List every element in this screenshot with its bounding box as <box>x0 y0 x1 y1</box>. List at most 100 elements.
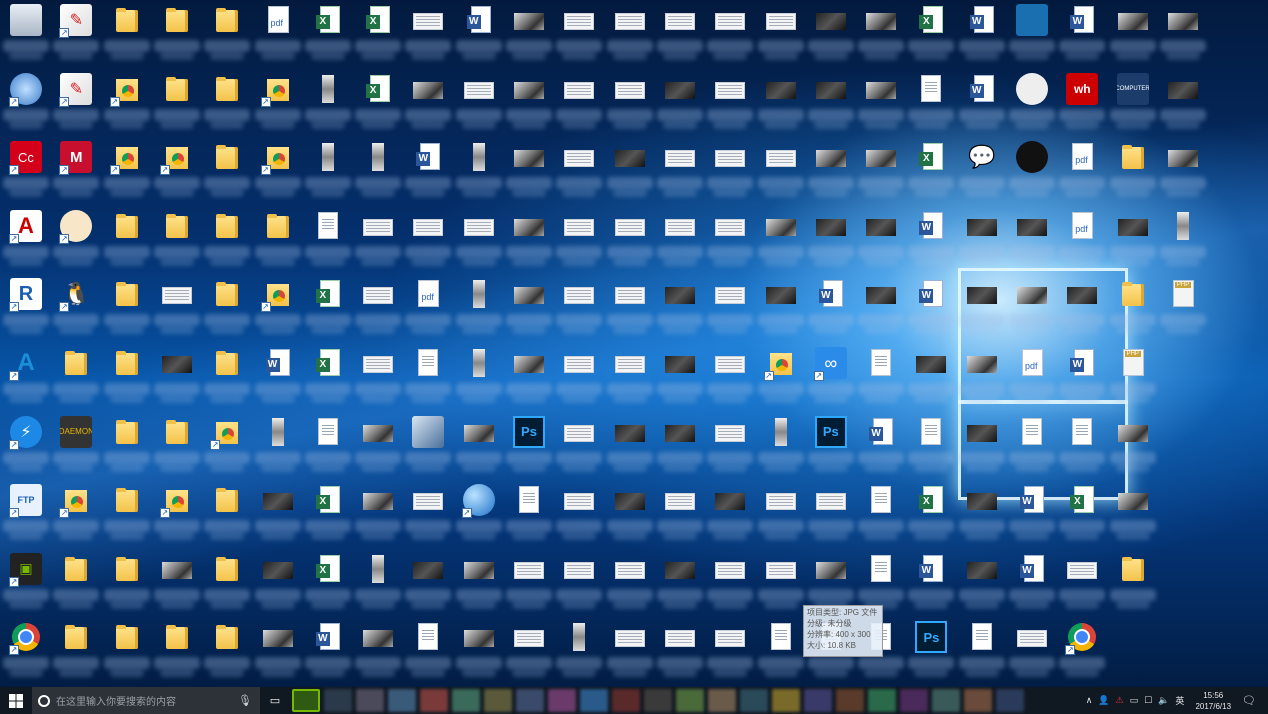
desktop-icon-excel[interactable] <box>303 480 353 542</box>
desktop-icon-psd[interactable] <box>504 412 554 474</box>
desktop-icon-thumb[interactable] <box>253 617 303 679</box>
desktop-icon-folder[interactable] <box>102 274 152 336</box>
desktop-icon-doc[interactable] <box>403 343 453 405</box>
desktop-icon-word[interactable] <box>957 69 1007 131</box>
desktop-icon-app-globe[interactable]: ↗ <box>454 480 504 542</box>
desktop-icon-word[interactable] <box>1007 549 1057 611</box>
desktop-icon-thumbw[interactable] <box>756 0 806 62</box>
desktop-icon-thumbd[interactable] <box>957 274 1007 336</box>
desktop-icon-thumbw[interactable] <box>1057 549 1107 611</box>
desktop-icon-thumbw[interactable] <box>655 206 705 268</box>
desktop-icon-thumbd[interactable] <box>1007 206 1057 268</box>
desktop-icon-app-comp[interactable]: COMPUTER <box>1108 69 1158 131</box>
desktop-icon-thumb[interactable] <box>504 274 554 336</box>
desktop-icon-pdf[interactable] <box>253 0 303 62</box>
desktop-icon-tall[interactable] <box>554 617 604 679</box>
task-view-button[interactable]: ▭ <box>260 687 290 714</box>
desktop-icon-thumbw[interactable] <box>605 69 655 131</box>
desktop-icon-chrome[interactable]: ↗ <box>1 617 51 679</box>
desktop-icon-doc[interactable] <box>906 69 956 131</box>
desktop-icon-excel[interactable] <box>906 480 956 542</box>
desktop-icon-doc[interactable] <box>303 412 353 474</box>
desktop-icon-folder[interactable] <box>152 617 202 679</box>
desktop-icon-thumb[interactable] <box>353 617 403 679</box>
desktop-icon-thumbd[interactable] <box>605 480 655 542</box>
battery-icon[interactable]: ▭ <box>1130 695 1139 706</box>
desktop-icon-psd[interactable] <box>906 617 956 679</box>
desktop-icon-word[interactable] <box>1007 480 1057 542</box>
desktop-icon-app-3d[interactable]: ↗ <box>1 69 51 131</box>
desktop-icon-thumbd[interactable] <box>806 206 856 268</box>
desktop-icon-thumbw[interactable] <box>705 137 755 199</box>
desktop-icon-thumbd[interactable] <box>856 206 906 268</box>
desktop-icon-thumbd[interactable] <box>655 343 705 405</box>
desktop-icon-chromef[interactable]: ↗ <box>202 412 252 474</box>
taskbar-app[interactable] <box>644 689 672 712</box>
desktop-icon-thumbw[interactable] <box>353 274 403 336</box>
desktop-icon-thumbw[interactable] <box>756 137 806 199</box>
desktop-icon-doc[interactable] <box>1057 412 1107 474</box>
desktop-icon-thumbd[interactable] <box>957 412 1007 474</box>
desktop-icon-folder[interactable] <box>202 206 252 268</box>
desktop-icon-thumbw[interactable] <box>554 343 604 405</box>
desktop-icon-doc[interactable] <box>856 480 906 542</box>
desktop-icon-doc[interactable] <box>856 343 906 405</box>
desktop-icon-thumbd[interactable] <box>655 69 705 131</box>
volume-icon[interactable]: 🔈 <box>1158 695 1169 706</box>
desktop-icon-tall[interactable] <box>353 549 403 611</box>
network-icon[interactable]: ☐ <box>1144 695 1152 706</box>
desktop-icon-thumbd[interactable] <box>957 480 1007 542</box>
desktop-icon-thumbd[interactable] <box>756 69 806 131</box>
desktop-icon-thumbw[interactable] <box>504 549 554 611</box>
taskbar-app[interactable] <box>580 689 608 712</box>
desktop-icon-thumbd[interactable] <box>253 480 303 542</box>
desktop-icon-thumbw[interactable] <box>403 206 453 268</box>
taskbar-app[interactable] <box>964 689 992 712</box>
desktop-icon-thumbw[interactable] <box>705 617 755 679</box>
taskbar-search-box[interactable]: 在这里输入你要搜索的内容 🎙 <box>32 687 260 714</box>
desktop-icon-thumbw[interactable] <box>454 206 504 268</box>
desktop-icon-thumbd[interactable] <box>856 274 906 336</box>
desktop-icon-thumbw[interactable] <box>655 617 705 679</box>
desktop-icon-thumbw[interactable] <box>705 549 755 611</box>
desktop-icon-word[interactable] <box>856 412 906 474</box>
desktop-icon-php[interactable] <box>1108 343 1158 405</box>
taskbar-app[interactable] <box>452 689 480 712</box>
taskbar-app[interactable] <box>900 689 928 712</box>
desktop-icon-thumbw[interactable] <box>353 206 403 268</box>
desktop-icon-word[interactable] <box>303 617 353 679</box>
desktop-icon-tall[interactable] <box>756 412 806 474</box>
desktop-icon-folder[interactable] <box>51 617 101 679</box>
desktop-icon-app-autodesk[interactable]: A ↗ <box>1 343 51 405</box>
desktop-icon-tall[interactable] <box>303 137 353 199</box>
taskbar-app[interactable] <box>836 689 864 712</box>
desktop-icon-app-ie[interactable]: ⚡ ↗ <box>1 412 51 474</box>
desktop-icon-chromef[interactable]: ↗ <box>253 274 303 336</box>
clock[interactable]: 15:56 2017/6/13 <box>1195 690 1231 712</box>
desktop-icon-thumbw[interactable] <box>1007 617 1057 679</box>
desktop-icon-app-daemon[interactable]: DAEMON <box>51 412 101 474</box>
desktop-icon-doc[interactable] <box>303 206 353 268</box>
desktop-icon-thumbw[interactable] <box>756 480 806 542</box>
desktop-icon-thumbd[interactable] <box>1108 206 1158 268</box>
desktop-icon-thumbw[interactable] <box>554 69 604 131</box>
taskbar-app[interactable] <box>932 689 960 712</box>
desktop-icon-thumbw[interactable] <box>554 274 604 336</box>
desktop-icon-pdf[interactable] <box>1057 206 1107 268</box>
taskbar-app[interactable] <box>772 689 800 712</box>
desktop-icon-thumb[interactable] <box>856 69 906 131</box>
desktop-icon-thumbd[interactable] <box>605 412 655 474</box>
desktop-icon-thumbw[interactable] <box>705 343 755 405</box>
desktop-icon-word[interactable] <box>253 343 303 405</box>
desktop-icon-tall[interactable] <box>454 137 504 199</box>
desktop-icon-thumbw[interactable] <box>554 0 604 62</box>
desktop[interactable]: ✎↗↗✎↗↗↗whCOMPUTERCc↗M↗↗↗↗💬A↗↗R↗🐧↗↗A↗↗∞↗⚡… <box>0 0 1268 687</box>
taskbar-app[interactable] <box>516 689 544 712</box>
desktop-icon-doc[interactable] <box>957 617 1007 679</box>
desktop-icon-word[interactable] <box>957 0 1007 62</box>
desktop-icon-word[interactable] <box>1057 343 1107 405</box>
desktop-icon-app-qq[interactable]: 🐧 ↗ <box>51 274 101 336</box>
desktop-icon-folder[interactable] <box>1108 549 1158 611</box>
desktop-icon-app-cc[interactable]: Cc ↗ <box>1 137 51 199</box>
desktop-icon-folder[interactable] <box>102 617 152 679</box>
